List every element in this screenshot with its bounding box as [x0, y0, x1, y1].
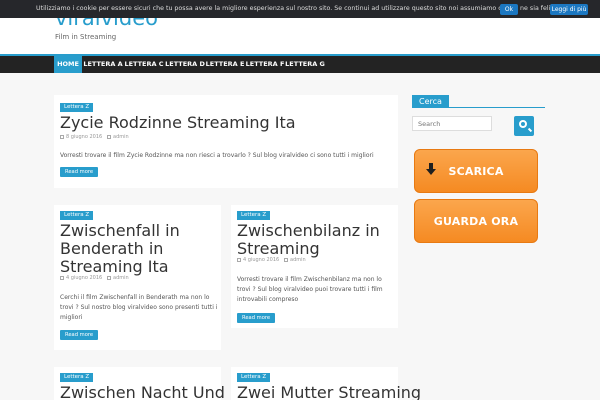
post-excerpt: Vorresti trovare il film Zycie Rodzinne … — [60, 152, 374, 159]
post-author[interactable]: admin — [113, 275, 129, 281]
category-badge[interactable]: Lettera Z — [60, 211, 94, 220]
post-card: Lettera Z Zwischen Nacht Und — [54, 367, 225, 400]
calendar-icon — [60, 275, 64, 280]
post-card: Lettera Z Zwei Mutter Streaming — [231, 367, 421, 400]
post-excerpt: Vorresti trovare il film Zwischenbilanz … — [237, 276, 383, 303]
guarda-ora-button[interactable]: GUARDA ORA — [414, 199, 538, 243]
read-more-button[interactable]: Read more — [60, 330, 99, 340]
scarica-button[interactable]: SCARICA — [414, 149, 538, 193]
search-button[interactable] — [514, 116, 534, 136]
post-card: Lettera Z Zwischenbilanz in Streaming 4 … — [231, 205, 398, 328]
category-badge[interactable]: Lettera Z — [237, 211, 271, 220]
post-title[interactable]: Zwischenfall in Benderath in Streaming I… — [60, 222, 220, 276]
category-badge[interactable]: Lettera Z — [237, 373, 271, 382]
nav-item-lettera-g[interactable]: LETTERA G — [285, 56, 325, 73]
user-icon — [284, 257, 288, 262]
post-card: Lettera Z Zwischenfall in Benderath in S… — [54, 205, 221, 350]
post-date[interactable]: 4 giugno 2016 — [66, 275, 102, 281]
post-meta: 4 giugno 2016 admin — [237, 257, 306, 263]
post-title[interactable]: Zwei Mutter Streaming — [237, 384, 421, 400]
nav-item-home[interactable]: HOME — [54, 56, 82, 73]
search-input[interactable] — [412, 116, 492, 131]
user-icon — [107, 275, 111, 280]
user-icon — [107, 134, 111, 139]
calendar-icon — [237, 257, 241, 262]
post-meta: 8 giugno 2016 admin — [60, 134, 129, 140]
post-meta: 4 giugno 2016 admin — [60, 275, 129, 281]
read-more-button[interactable]: Read more — [237, 313, 276, 323]
post-title[interactable]: Zwischenbilanz in Streaming — [237, 222, 397, 258]
nav-item-lettera-c[interactable]: LETTERA C — [124, 56, 164, 73]
nav-item-lettera-f[interactable]: LETTERA F — [245, 56, 285, 73]
cookie-read-more-button[interactable]: Leggi di più — [550, 4, 588, 15]
download-arrow-icon — [426, 163, 436, 175]
cookie-ok-button[interactable]: Ok — [500, 4, 518, 15]
search-icon — [519, 120, 527, 128]
scarica-label: SCARICA — [448, 165, 504, 178]
post-card: Lettera Z Zycie Rodzinne Streaming Ita 8… — [54, 95, 398, 188]
nav-item-lettera-a[interactable]: LETTERA A — [83, 56, 123, 73]
category-badge[interactable]: Lettera Z — [60, 373, 94, 382]
post-date[interactable]: 8 giugno 2016 — [66, 134, 102, 140]
post-date[interactable]: 4 giugno 2016 — [243, 257, 279, 263]
read-more-button[interactable]: Read more — [60, 167, 99, 177]
post-title[interactable]: Zwischen Nacht Und — [60, 384, 225, 400]
guarda-ora-label: GUARDA ORA — [433, 215, 519, 228]
post-excerpt: Cerchi il film Zwischenfall in Benderath… — [60, 294, 218, 321]
main-nav: HOME LETTERA A LETTERA C LETTERA D LETTE… — [0, 54, 600, 73]
site-tagline: Film in Streaming — [55, 33, 117, 41]
category-badge[interactable]: Lettera Z — [60, 103, 94, 112]
cookie-banner: Utilizziamo i cookie per essere sicuri c… — [0, 0, 600, 18]
calendar-icon — [60, 134, 64, 139]
post-title[interactable]: Zycie Rodzinne Streaming Ita — [60, 114, 390, 132]
nav-item-lettera-d[interactable]: LETTERA D — [165, 56, 205, 73]
nav-item-lettera-e[interactable]: LETTERA E — [205, 56, 245, 73]
cookie-text: Utilizziamo i cookie per essere sicuri c… — [36, 5, 560, 12]
sidebar-title-rule — [412, 107, 545, 108]
post-author[interactable]: admin — [113, 134, 129, 140]
post-author[interactable]: admin — [290, 257, 306, 263]
